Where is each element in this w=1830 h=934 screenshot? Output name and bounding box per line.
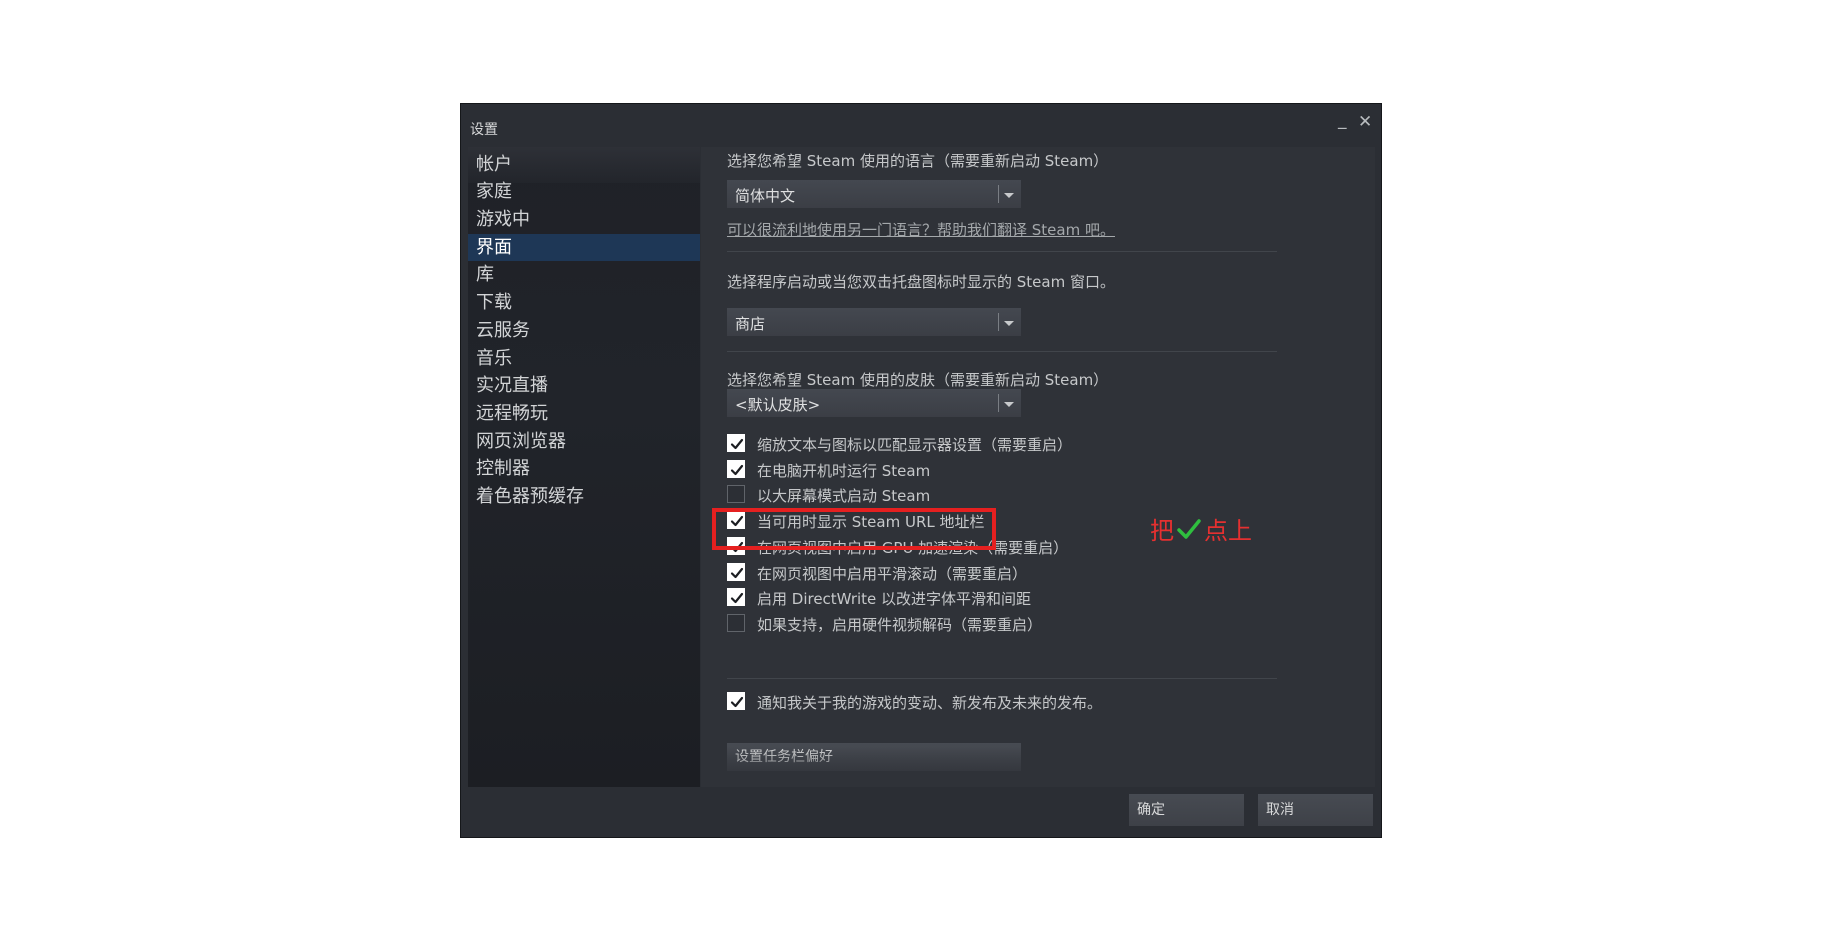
minimize-button[interactable]: _: [1338, 110, 1347, 130]
smooth-scrolling-label: 在网页视图中启用平滑滚动（需要重启）: [757, 564, 1028, 583]
hardware-video-decode-label: 如果支持，启用硬件视频解码（需要重启）: [757, 615, 1043, 634]
settings-window: 设置 _ ✕ 帐户 家庭 游戏中 界面 库 下载 云服务 音乐 实况直播 远程畅…: [460, 103, 1382, 838]
section-divider: [727, 251, 1277, 252]
sidebar-item-downloads[interactable]: 下载: [468, 289, 700, 316]
taskbar-preferences-button[interactable]: 设置任务栏偏好: [727, 743, 1021, 771]
language-dropdown-value: 简体中文: [735, 187, 796, 205]
directwrite-label: 启用 DirectWrite 以改进字体平滑和间距: [757, 590, 1032, 609]
skin-dropdown[interactable]: <默认皮肤>: [727, 389, 1021, 417]
sidebar-item-in-game[interactable]: 游戏中: [468, 206, 700, 233]
start-window-dropdown-value: 商店: [735, 315, 766, 333]
checkbox[interactable]: [727, 588, 745, 607]
sidebar-item-controller[interactable]: 控制器: [468, 455, 700, 482]
sidebar-item-remote-play[interactable]: 远程畅玩: [468, 400, 700, 427]
sidebar-item-web-browser[interactable]: 网页浏览器: [468, 428, 700, 455]
notify-releases-label: 通知我关于我的游戏的变动、新发布及未来的发布。: [757, 694, 1103, 712]
chevron-down-icon: [1004, 321, 1014, 326]
checkbox[interactable]: [727, 692, 745, 710]
skin-dropdown-value: <默认皮肤>: [735, 396, 821, 414]
sidebar-item-family[interactable]: 家庭: [468, 178, 700, 205]
annotation-suffix: 点上: [1204, 517, 1252, 545]
sidebar-item-cloud[interactable]: 云服务: [468, 317, 700, 344]
highlight-box: [712, 508, 996, 550]
checkmark-icon: [1177, 517, 1201, 547]
checkbox[interactable]: [727, 613, 745, 632]
settings-sidebar: 帐户 家庭 游戏中 界面 库 下载 云服务 音乐 实况直播 远程畅玩 网页浏览器…: [468, 147, 700, 787]
checkbox[interactable]: [727, 562, 745, 581]
scale-text-icons-label: 缩放文本与图标以匹配显示器设置（需要重启）: [757, 436, 1073, 454]
dropdown-separator: [998, 394, 999, 412]
dropdown-separator: [998, 313, 999, 331]
ok-button[interactable]: 确定: [1129, 794, 1244, 826]
language-dropdown[interactable]: 简体中文: [727, 180, 1021, 208]
checkbox[interactable]: [727, 485, 745, 504]
annotation-text: 把 点上: [1150, 516, 1252, 547]
title-bar: 设置 _ ✕: [461, 104, 1381, 146]
cancel-button[interactable]: 取消: [1258, 794, 1373, 826]
checkbox[interactable]: [727, 434, 745, 452]
interface-settings-panel: 选择您希望 Steam 使用的语言（需要重新启动 Steam） 简体中文 可以很…: [701, 147, 1375, 787]
sidebar-item-broadcasting[interactable]: 实况直播: [468, 372, 700, 399]
start-window-dropdown[interactable]: 商店: [727, 308, 1021, 336]
big-picture-start-label: 以大屏幕模式启动 Steam: [757, 487, 931, 506]
sidebar-item-account[interactable]: 帐户: [468, 151, 700, 178]
chevron-down-icon: [1004, 193, 1014, 198]
annotation-prefix: 把: [1150, 517, 1174, 545]
section-divider: [727, 678, 1277, 679]
close-button[interactable]: ✕: [1358, 112, 1372, 132]
section-divider: [727, 351, 1277, 352]
skin-label: 选择您希望 Steam 使用的皮肤（需要重新启动 Steam）: [727, 371, 1109, 389]
sidebar-item-music[interactable]: 音乐: [468, 345, 700, 372]
sidebar-item-library[interactable]: 库: [468, 261, 700, 288]
language-label: 选择您希望 Steam 使用的语言（需要重新启动 Steam）: [727, 152, 1109, 170]
window-title: 设置: [470, 122, 498, 138]
sidebar-item-shader-cache[interactable]: 着色器预缓存: [468, 483, 700, 510]
start-window-label: 选择程序启动或当您双击托盘图标时显示的 Steam 窗口。: [727, 273, 1115, 291]
checkbox[interactable]: [727, 459, 745, 478]
translate-help-link[interactable]: 可以很流利地使用另一门语言？帮助我们翻译 Steam 吧。: [727, 219, 1115, 240]
chevron-down-icon: [1004, 402, 1014, 407]
dropdown-separator: [998, 185, 999, 203]
sidebar-item-interface[interactable]: 界面: [468, 234, 700, 261]
run-at-startup-label: 在电脑开机时运行 Steam: [757, 461, 931, 480]
